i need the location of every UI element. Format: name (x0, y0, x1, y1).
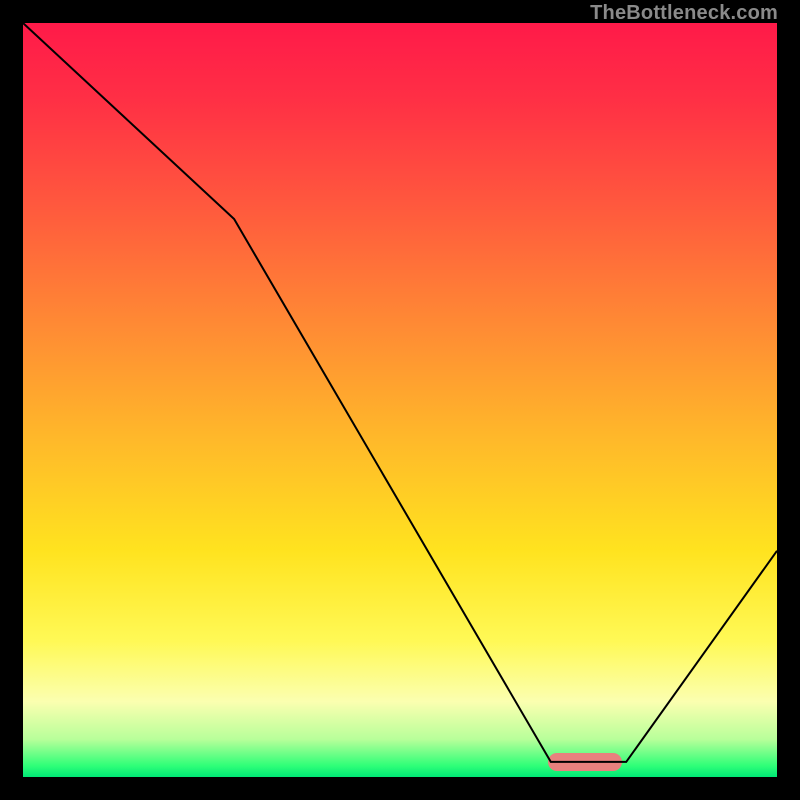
watermark-text: TheBottleneck.com (590, 2, 778, 25)
plot-area (23, 23, 777, 777)
heat-gradient (23, 23, 777, 777)
chart-frame: TheBottleneck.com (0, 0, 800, 800)
optimal-marker (548, 753, 622, 771)
